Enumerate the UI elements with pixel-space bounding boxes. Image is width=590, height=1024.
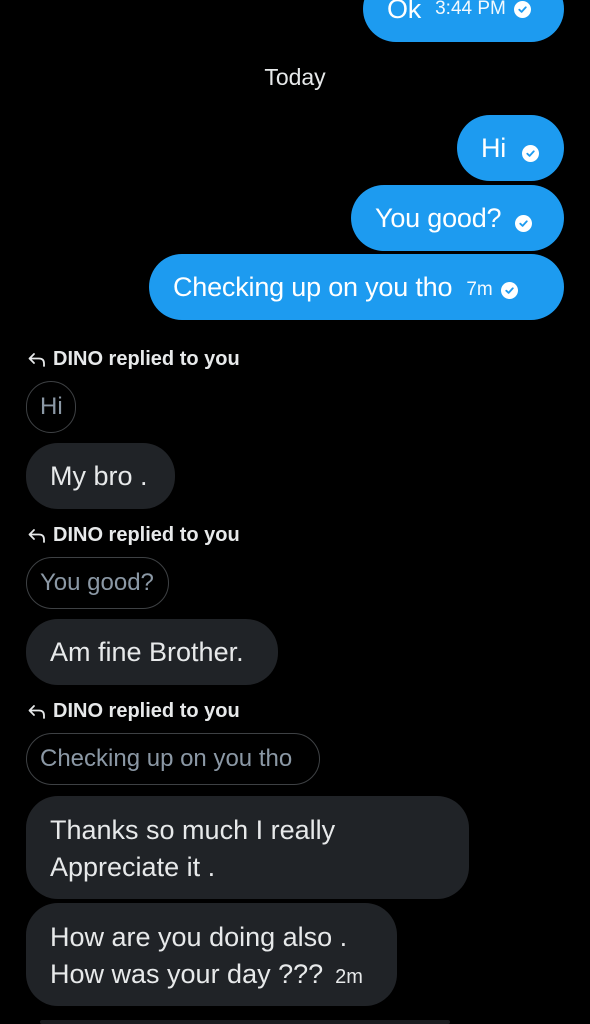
- message-text-line: How are you doing also .: [50, 922, 348, 952]
- message-time: 3:44 PM: [435, 0, 506, 19]
- message-text: My bro .: [50, 460, 148, 491]
- reply-arrow-icon: [28, 704, 45, 719]
- quoted-text: Checking up on you tho: [40, 745, 293, 772]
- outgoing-message-bubble[interactable]: Hi: [457, 115, 564, 181]
- check-circle-icon: [513, 0, 531, 18]
- quoted-text: Hi: [40, 393, 63, 420]
- date-divider: Today: [264, 64, 326, 90]
- outgoing-message-bubble[interactable]: Checking up on you tho 7m: [149, 254, 564, 320]
- message-text: How was your day ???: [50, 959, 324, 989]
- reply-label-text: DINO replied to you: [53, 700, 240, 722]
- reply-arrow-icon: [28, 528, 45, 543]
- reply-label-text: DINO replied to you: [53, 348, 240, 370]
- incoming-message-bubble[interactable]: Am fine Brother.: [26, 619, 278, 685]
- message-time: 2m: [335, 966, 363, 988]
- message-time: 7m: [466, 279, 493, 300]
- quoted-message[interactable]: You good?: [26, 557, 169, 609]
- check-circle-icon: [500, 281, 518, 299]
- incoming-message-bubble[interactable]: My bro .: [26, 443, 175, 509]
- incoming-message-bubble[interactable]: Thanks so much I really Appreciate it .: [26, 796, 469, 899]
- reply-label: DINO replied to you: [27, 700, 240, 723]
- message-text: Am fine Brother.: [50, 636, 244, 667]
- quoted-message[interactable]: Hi: [26, 381, 76, 433]
- message-text: You good?: [375, 202, 502, 233]
- quoted-text: You good?: [40, 569, 154, 596]
- reply-arrow-icon: [28, 352, 45, 367]
- reply-label: DINO replied to you: [27, 348, 240, 371]
- reply-label: DINO replied to you: [27, 524, 240, 547]
- reply-label-text: DINO replied to you: [53, 524, 240, 546]
- outgoing-message-bubble[interactable]: Ok 3:44 PM: [363, 0, 564, 42]
- outgoing-message-bubble[interactable]: You good?: [351, 185, 564, 251]
- message-text-line-with-time: How was your day ??? 2m: [50, 956, 373, 996]
- message-text-line: Thanks so much I really: [50, 815, 336, 845]
- check-circle-icon: [515, 214, 533, 232]
- incoming-message-bubble[interactable]: How are you doing also . How was your da…: [26, 903, 397, 1006]
- message-text: Ok: [387, 0, 422, 24]
- check-circle-icon: [522, 144, 540, 162]
- message-text-line: Appreciate it .: [50, 852, 216, 882]
- message-text: Checking up on you tho: [173, 271, 453, 302]
- quoted-message[interactable]: Checking up on you tho: [26, 733, 320, 785]
- composer-edge: [40, 1020, 450, 1024]
- message-text: Hi: [481, 132, 507, 163]
